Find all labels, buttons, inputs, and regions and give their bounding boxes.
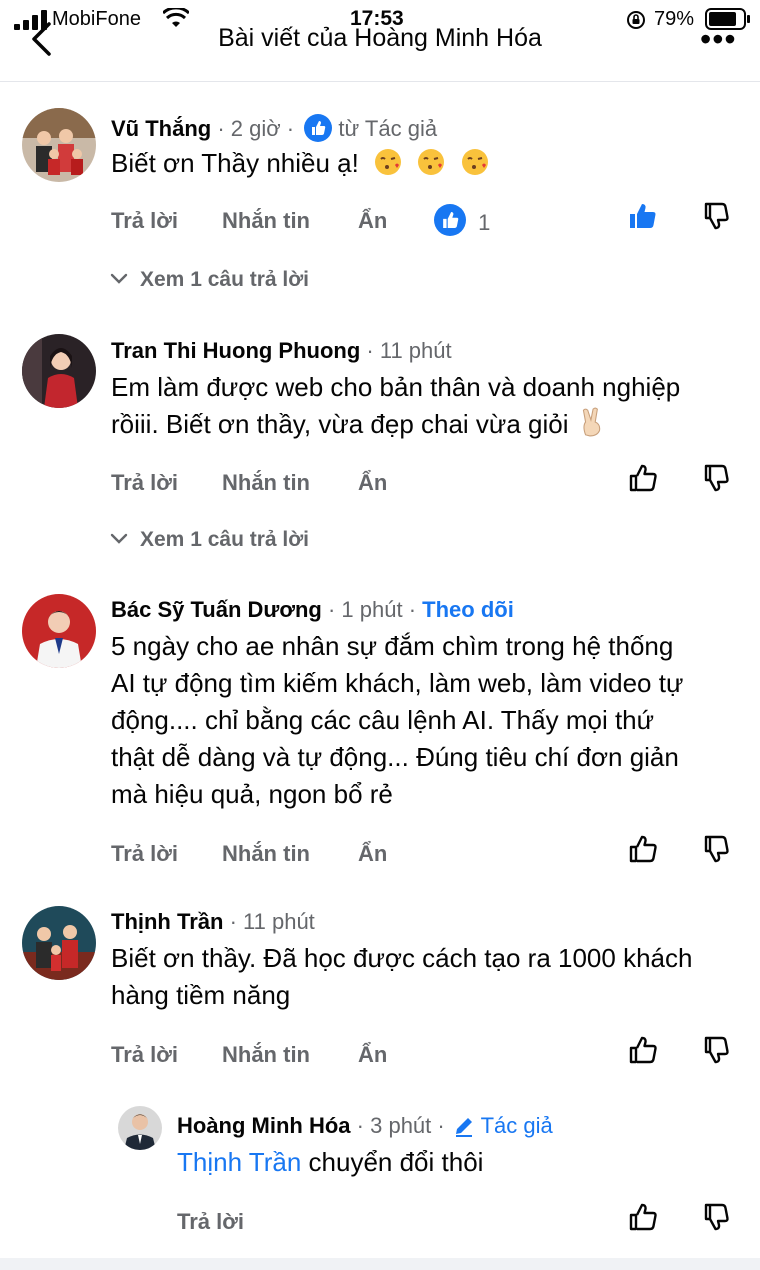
reply-text: Thịnh Trần chuyển đổi thôi	[177, 1144, 747, 1181]
reply-text-content: chuyển đổi thôi	[301, 1147, 484, 1177]
hide-button[interactable]: Ẩn	[358, 208, 387, 234]
message-button[interactable]: Nhắn tin	[222, 1042, 310, 1068]
avatar[interactable]	[118, 1106, 162, 1150]
hide-button[interactable]: Ẩn	[358, 841, 387, 867]
comment-text: 5 ngày cho ae nhân sự đắm chìm trong hệ …	[111, 628, 751, 813]
comment-actions: Trả lời Nhắn tin Ẩn	[0, 835, 760, 871]
upvote-icon[interactable]	[627, 833, 659, 865]
chevron-down-icon	[110, 273, 128, 284]
reply-button[interactable]: Trả lời	[177, 1209, 244, 1235]
pencil-icon	[455, 1118, 472, 1137]
comment-line: mà hiệu quả, ngon bổ rẻ	[111, 779, 393, 809]
comment-text-content: Biết ơn Thầy nhiều ạ!	[111, 148, 359, 178]
comment-line: hàng tiềm năng	[111, 980, 291, 1010]
like-badge-icon	[304, 114, 333, 142]
like-reaction-icon	[434, 204, 466, 236]
upvote-icon[interactable]	[627, 1201, 659, 1233]
bottom-divider	[0, 1258, 760, 1270]
upvote-icon[interactable]	[627, 462, 659, 494]
comment-text: Biết ơn thầy. Đã học được cách tạo ra 10…	[111, 940, 751, 1014]
downvote-icon[interactable]	[700, 1034, 732, 1066]
commenter-name[interactable]: Vũ Thắng	[111, 116, 211, 141]
downvote-icon[interactable]	[700, 1201, 732, 1233]
kissing-face-emoji-icon	[375, 149, 402, 175]
mention-link[interactable]: Thịnh Trần	[177, 1147, 301, 1177]
top-bar: MobiFone 17:53 79% Bài viết của Hoàng Mi…	[0, 0, 760, 82]
avatar[interactable]	[22, 906, 96, 980]
commenter-name[interactable]: Thịnh Trần	[111, 909, 223, 934]
commenter-name[interactable]: Hoàng Minh Hóa	[177, 1113, 351, 1138]
comment-line: AI tự động tìm kiếm khách, làm web, làm …	[111, 668, 684, 698]
reply-button[interactable]: Trả lời	[111, 470, 178, 496]
reply-button[interactable]: Trả lời	[111, 841, 178, 867]
reply-button[interactable]: Trả lời	[111, 208, 178, 234]
comment-meta: Tran Thi Huong Phuong · 11 phút	[111, 338, 452, 364]
upvote-icon[interactable]	[627, 200, 659, 232]
comment-time: · 2 giờ ·	[217, 116, 295, 141]
comment-time: · 1 phút ·	[327, 597, 417, 622]
comment-text: Em làm được web cho bản thân và doanh ng…	[111, 369, 751, 443]
page-title: Bài viết của Hoàng Minh Hóa	[218, 24, 542, 52]
comment-actions: Trả lời Nhắn tin Ẩn	[0, 1036, 760, 1072]
commenter-name[interactable]: Tran Thi Huong Phuong	[111, 338, 360, 363]
commenter-name[interactable]: Bác Sỹ Tuấn Dương	[111, 597, 322, 622]
kissing-face-emoji-icon	[461, 149, 488, 175]
message-button[interactable]: Nhắn tin	[222, 208, 310, 234]
view-replies-label: Xem 1 câu trả lời	[140, 268, 310, 291]
comment-time: · 11 phút	[229, 909, 315, 934]
follow-button[interactable]: Theo dõi	[422, 597, 514, 622]
comment-line: Em làm được web cho bản thân và doanh ng…	[111, 372, 681, 402]
hide-button[interactable]: Ẩn	[358, 470, 387, 496]
avatar[interactable]	[22, 594, 96, 668]
reply-button[interactable]: Trả lời	[111, 1042, 178, 1068]
author-badge: Tác giả	[480, 1113, 553, 1138]
comment-line-text: rồiii. Biết ơn thầy, vừa đẹp chai vừa gi…	[111, 409, 569, 439]
downvote-icon[interactable]	[700, 833, 732, 865]
downvote-icon[interactable]	[700, 462, 732, 494]
avatar[interactable]	[22, 334, 96, 408]
kissing-face-emoji-icon	[418, 149, 445, 175]
comment-actions: Trả lời Nhắn tin Ẩn	[0, 464, 760, 500]
comment-line: Biết ơn thầy. Đã học được cách tạo ra 10…	[111, 943, 693, 973]
like-count: 1	[478, 210, 491, 235]
comment-actions: Trả lời Nhắn tin Ẩn 1	[0, 202, 760, 238]
comment-time: · 11 phút	[366, 338, 452, 363]
reaction-count[interactable]: 1	[434, 204, 490, 236]
message-button[interactable]: Nhắn tin	[222, 841, 310, 867]
comment-time: · 3 phút ·	[356, 1113, 445, 1138]
avatar[interactable]	[22, 108, 96, 182]
message-button[interactable]: Nhắn tin	[222, 470, 310, 496]
hide-button[interactable]: Ẩn	[358, 1042, 387, 1068]
view-replies-link[interactable]: Xem 1 câu trả lời	[110, 528, 309, 552]
comment-line: 5 ngày cho ae nhân sự đắm chìm trong hệ …	[111, 631, 674, 661]
chevron-down-icon	[110, 533, 128, 544]
comment-meta: Bác Sỹ Tuấn Dương · 1 phút · Theo dõi	[111, 597, 514, 623]
more-options-icon[interactable]: •••	[700, 23, 737, 55]
comment-line: động.... chỉ bằng các câu lệnh AI. Thấy …	[111, 705, 655, 735]
comment-line-2: rồiii. Biết ơn thầy, vừa đẹp chai vừa gi…	[111, 406, 751, 443]
reply-actions: Trả lời	[0, 1203, 760, 1239]
author-badge: từ Tác giả	[338, 116, 438, 141]
victory-hand-emoji-icon	[582, 407, 600, 437]
upvote-icon[interactable]	[627, 1034, 659, 1066]
view-replies-link[interactable]: Xem 1 câu trả lời	[110, 268, 309, 292]
view-replies-label: Xem 1 câu trả lời	[140, 528, 310, 551]
comment-line: thật dễ dàng và tự động... Đúng tiêu chí…	[111, 742, 679, 772]
comment-meta: Thịnh Trần · 11 phút	[111, 909, 315, 935]
comment-text: Biết ơn Thầy nhiều ạ!	[111, 145, 489, 182]
downvote-icon[interactable]	[700, 200, 732, 232]
comment-meta: Vũ Thắng · 2 giờ · từ Tác giả	[111, 114, 437, 142]
reply-meta: Hoàng Minh Hóa · 3 phút · Tác giả	[177, 1113, 553, 1139]
